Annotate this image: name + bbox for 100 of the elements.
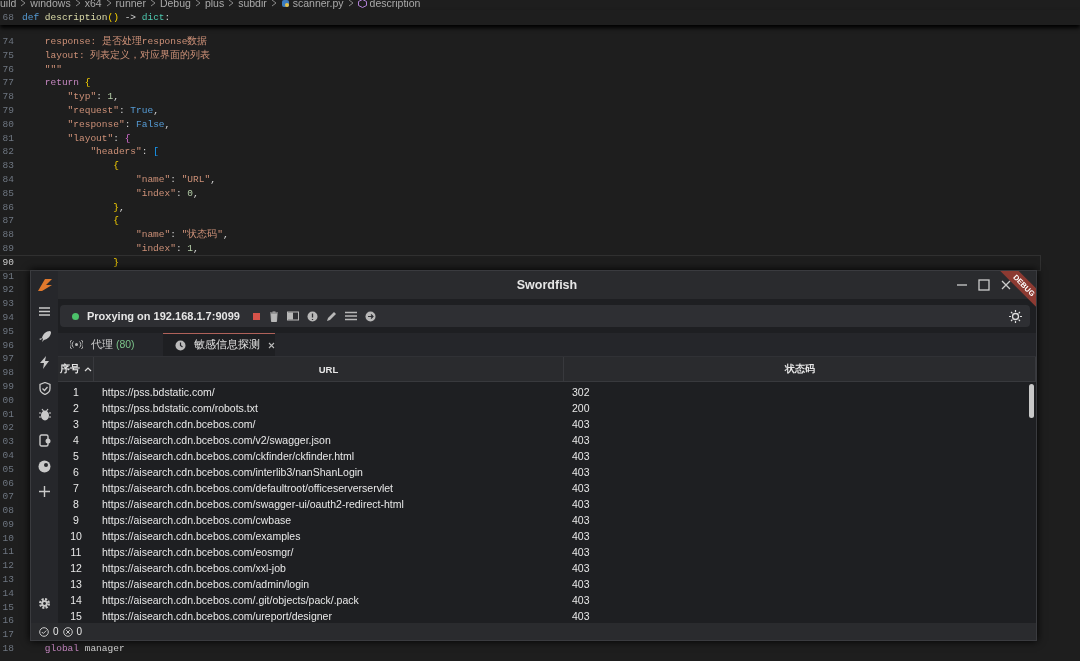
plus-icon[interactable] bbox=[39, 486, 50, 497]
list-icon[interactable] bbox=[344, 311, 357, 321]
code-line: { bbox=[112, 214, 119, 229]
info-icon[interactable] bbox=[306, 310, 318, 322]
close-icon[interactable] bbox=[268, 341, 275, 349]
table-cell: https://aisearch.cdn.bcebos.com/cwbase bbox=[102, 514, 292, 526]
line-number: 82 bbox=[1, 145, 15, 160]
theme-sun-icon[interactable] bbox=[1009, 309, 1022, 323]
breadcrumb-item[interactable]: plus bbox=[204, 0, 225, 9]
line-number: 92 bbox=[1, 283, 15, 298]
python-file-icon bbox=[280, 0, 290, 8]
tab[interactable]: 代理 (80) bbox=[58, 333, 163, 356]
breadcrumb-item[interactable]: subdir bbox=[238, 0, 267, 9]
chevron-icon bbox=[346, 0, 355, 7]
table-cell: 12 bbox=[70, 562, 82, 574]
error-circle-icon bbox=[62, 626, 73, 637]
line-number: 75 bbox=[1, 48, 15, 63]
breadcrumb-item[interactable]: Debug bbox=[159, 0, 191, 9]
table-cell: 403 bbox=[572, 418, 590, 430]
table-cell: 403 bbox=[572, 562, 590, 574]
table-cell: 6 bbox=[73, 466, 79, 478]
trash-icon[interactable] bbox=[268, 310, 279, 322]
line-number: 04 bbox=[1, 448, 15, 463]
code-line: "response": False, bbox=[66, 117, 171, 132]
chevron-icon bbox=[104, 0, 113, 7]
table-cell: 403 bbox=[572, 466, 590, 478]
table-cell: 403 bbox=[572, 434, 590, 446]
line-number: 07 bbox=[1, 490, 15, 505]
globe-icon[interactable] bbox=[38, 460, 51, 473]
table-cell: 15 bbox=[70, 610, 82, 622]
table-cell: https://aisearch.cdn.bcebos.com/defaultroot/officeserverservlet bbox=[102, 482, 394, 494]
line-number: 15 bbox=[1, 600, 15, 615]
table-cell: https://aisearch.cdn.bcebos.com/.git/objects/pack/.pack bbox=[102, 594, 359, 606]
panel-icon[interactable] bbox=[286, 311, 299, 321]
breadcrumb-item[interactable]: x64 bbox=[84, 0, 102, 9]
lightning-icon[interactable] bbox=[39, 356, 50, 369]
line-number: 78 bbox=[1, 90, 15, 104]
line-number: 95 bbox=[1, 324, 15, 339]
bug-icon[interactable] bbox=[38, 408, 51, 421]
column-header[interactable]: 序号 bbox=[60, 362, 80, 376]
arrow-circle-icon[interactable] bbox=[364, 310, 376, 322]
device-icon[interactable] bbox=[38, 434, 51, 447]
breadcrumb-item[interactable]: uild bbox=[0, 0, 17, 9]
table-cell: https://aisearch.cdn.bcebos.com/interlib3/nanShanLogin bbox=[102, 466, 363, 478]
shield-icon[interactable] bbox=[38, 382, 51, 395]
line-number: 94 bbox=[1, 310, 15, 325]
line-number: 91 bbox=[1, 269, 15, 284]
stop-icon[interactable] bbox=[251, 311, 261, 321]
line-number: 83 bbox=[1, 159, 15, 173]
table-cell: https://aisearch.cdn.bcebos.com/ bbox=[102, 418, 256, 430]
table-cell: https://aisearch.cdn.bcebos.com/xxl-job bbox=[102, 562, 286, 574]
line-number: 96 bbox=[1, 338, 15, 353]
maximize-icon[interactable] bbox=[978, 279, 990, 291]
code-line: "layout": { bbox=[66, 131, 131, 146]
code-line: response: 是否处理response数据 bbox=[43, 35, 208, 49]
breadcrumb-item[interactable]: windows bbox=[30, 0, 71, 9]
line-number: 98 bbox=[1, 366, 15, 380]
table-cell: 403 bbox=[572, 530, 590, 542]
line-number: 05 bbox=[1, 462, 15, 477]
menu-icon[interactable] bbox=[38, 306, 51, 317]
line-number: 16 bbox=[1, 614, 15, 629]
line-number: 99 bbox=[1, 379, 15, 394]
clock-icon bbox=[175, 339, 186, 351]
line-number: 08 bbox=[1, 504, 15, 518]
breadcrumb-item[interactable]: runner bbox=[115, 0, 146, 9]
line-number: 02 bbox=[1, 421, 15, 436]
code-line: "name": "URL", bbox=[135, 172, 216, 187]
line-number: 01 bbox=[1, 407, 15, 422]
line-number: 74 bbox=[1, 35, 15, 49]
sort-caret-icon[interactable] bbox=[84, 366, 92, 372]
line-number: 77 bbox=[1, 76, 15, 91]
line-number: 89 bbox=[1, 241, 15, 256]
error-count: 0 bbox=[76, 626, 83, 637]
table-cell: https://pss.bdstatic.com/ bbox=[102, 386, 215, 398]
table-cell: https://pss.bdstatic.com/robots.txt bbox=[102, 402, 258, 414]
line-number: 90 bbox=[1, 255, 15, 270]
cube-icon bbox=[357, 0, 367, 8]
table-cell: 5 bbox=[73, 450, 79, 462]
close-icon[interactable] bbox=[1000, 279, 1012, 291]
table-cell: https://aisearch.cdn.bcebos.com/v2/swagger.json bbox=[102, 434, 331, 446]
line-number: 88 bbox=[1, 228, 15, 242]
breadcrumb-item[interactable]: scanner.py bbox=[292, 0, 344, 9]
line-number: 03 bbox=[1, 435, 15, 449]
code-line: "request": True, bbox=[66, 104, 159, 118]
line-number: 97 bbox=[1, 352, 15, 367]
settings-icon[interactable] bbox=[38, 597, 51, 610]
tab[interactable]: 敏感信息探测 bbox=[163, 333, 275, 356]
chevron-icon bbox=[269, 0, 278, 7]
rocket-icon[interactable] bbox=[38, 330, 51, 343]
check-circle-icon bbox=[39, 626, 49, 637]
scrollbar-thumb[interactable] bbox=[1029, 384, 1034, 418]
chevron-icon bbox=[148, 0, 157, 7]
code-line: """ bbox=[43, 62, 62, 77]
breadcrumb-item[interactable]: description bbox=[369, 0, 421, 9]
table-cell: https://aisearch.cdn.bcebos.com/examples bbox=[102, 530, 301, 542]
pencil-icon[interactable] bbox=[325, 310, 337, 322]
column-header[interactable]: URL bbox=[318, 363, 339, 375]
column-header[interactable]: 状态码 bbox=[784, 362, 815, 376]
code-line: } bbox=[112, 255, 119, 270]
line-number: 80 bbox=[1, 117, 15, 132]
